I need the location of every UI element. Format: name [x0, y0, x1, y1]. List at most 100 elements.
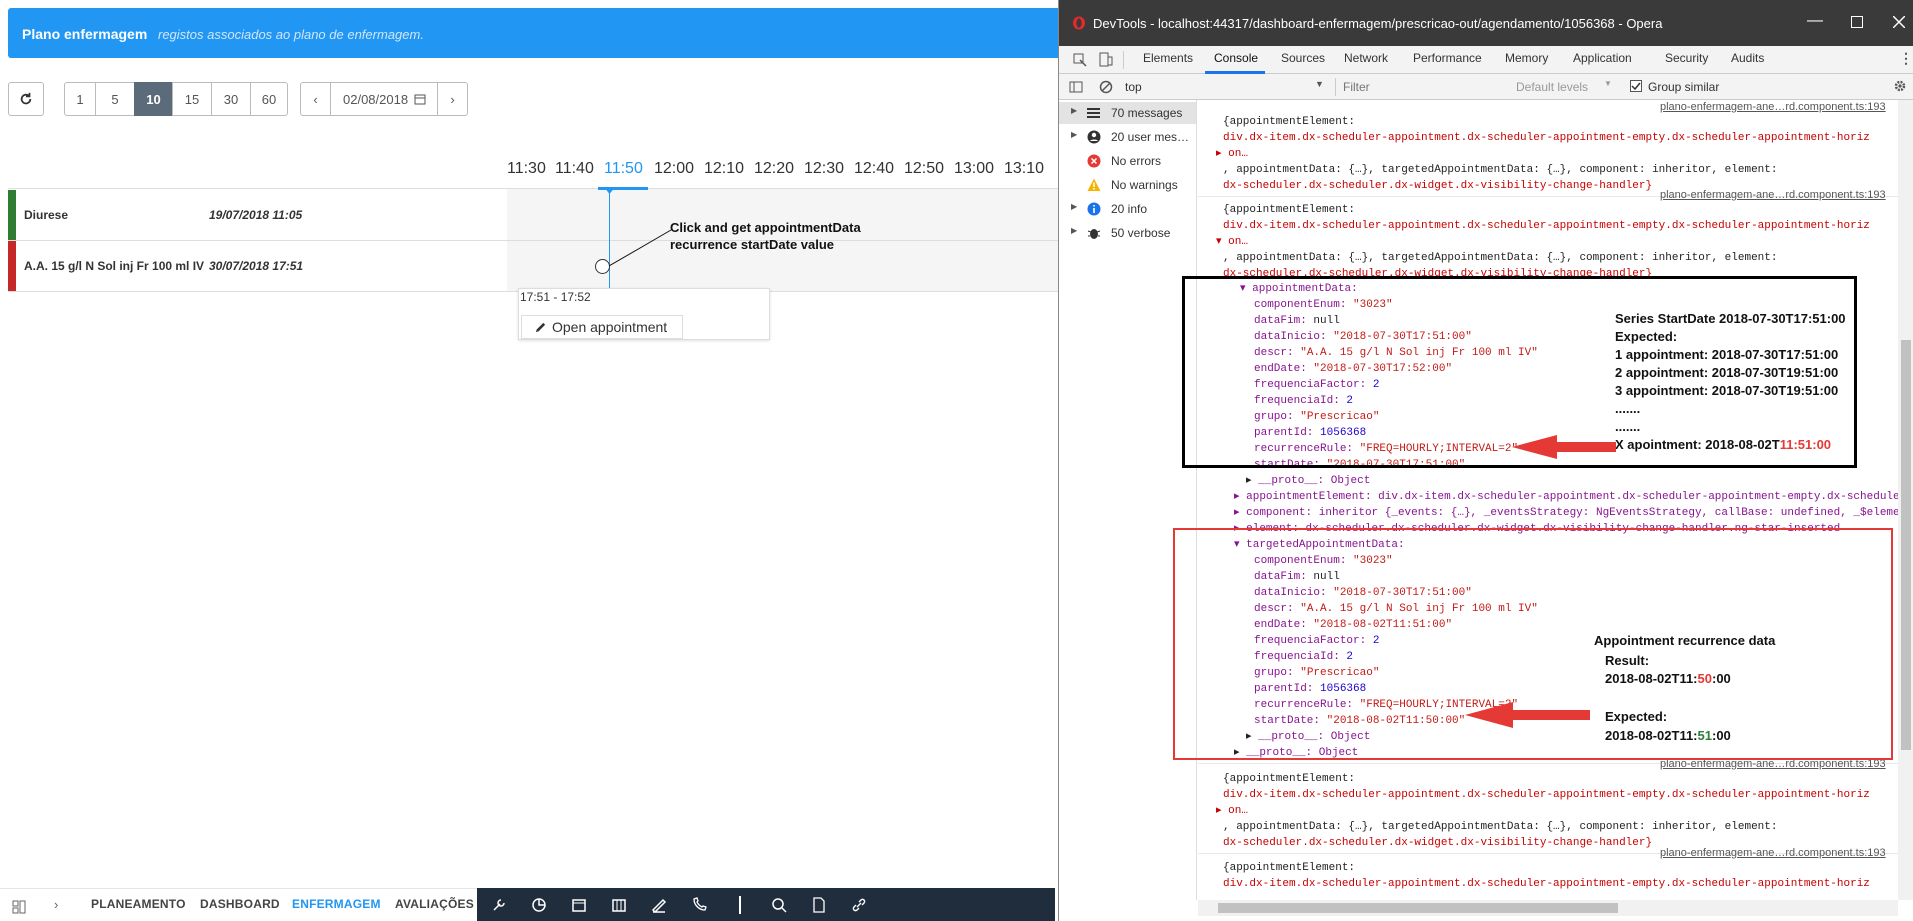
context-value: top	[1125, 80, 1142, 94]
nav-planeamento[interactable]: PLANEAMENTO	[91, 897, 186, 911]
next-date-button[interactable]: ›	[437, 82, 468, 116]
series-line: .......	[1615, 401, 1641, 416]
series-line: Series StartDate 2018-07-30T17:51:00	[1615, 311, 1846, 326]
signature-icon[interactable]	[651, 897, 667, 913]
log-line[interactable]: ▸ appointmentElement: div.dx-item.dx-sch…	[1234, 489, 1913, 505]
devtools-title: DevTools - localhost:44317/dashboard-enf…	[1093, 16, 1663, 31]
source-link[interactable]: plano-enfermagem-ane…rd.component.ts:193	[1660, 189, 1886, 201]
pencil-icon	[535, 322, 546, 333]
refresh-icon	[20, 92, 32, 105]
expand-arrow-icon: ▶	[1071, 226, 1078, 235]
log-on: ▾ on…	[1216, 236, 1248, 248]
vertical-scrollbar[interactable]	[1898, 100, 1913, 900]
log-class: div.dx-item.dx-scheduler-appointment.dx-…	[1223, 878, 1870, 890]
console-filter-input[interactable]	[1343, 77, 1503, 97]
series-line: .......	[1615, 419, 1641, 434]
sidebar-item-info[interactable]: ▶ 20 info	[1059, 198, 1196, 220]
source-link[interactable]: plano-enfermagem-ane…rd.component.ts:193	[1660, 847, 1886, 859]
hour-label: 12:10	[704, 160, 745, 177]
log-line[interactable]: ▸ component: inheritor {_events: {…}, _e…	[1234, 505, 1913, 521]
recurrence-annotation-title: Appointment recurrence data	[1594, 633, 1776, 648]
tab-performance[interactable]: Performance	[1413, 51, 1482, 65]
chevron-right-icon[interactable]: ›	[54, 897, 58, 912]
maximize-icon[interactable]	[1851, 16, 1863, 28]
sidebar-label: 20 user mes…	[1111, 130, 1190, 144]
series-line: 1 appointment: 2018-07-30T17:51:00	[1615, 347, 1839, 362]
nav-avaliacoes[interactable]: AVALIAÇÕES	[395, 897, 474, 911]
log-class: div.dx-item.dx-scheduler-appointment.dx-…	[1223, 220, 1870, 232]
tab-sources[interactable]: Sources	[1281, 51, 1325, 65]
prev-date-button[interactable]: ‹	[300, 82, 331, 116]
chevron-right-icon: ›	[450, 91, 455, 107]
expected-label: Expected:	[1605, 709, 1668, 724]
tab-memory[interactable]: Memory	[1505, 51, 1548, 65]
minimize-icon[interactable]: —	[1807, 12, 1823, 30]
sidebar-toggle-icon[interactable]	[1069, 80, 1083, 94]
sidebar-item-warnings[interactable]: No warnings	[1059, 174, 1196, 196]
link-icon[interactable]	[851, 897, 867, 913]
proto-text: __proto__: Object	[1258, 475, 1371, 487]
horizontal-scrollbar[interactable]	[1198, 900, 1898, 916]
log-on: ▸ on…	[1216, 148, 1248, 160]
interval-10-button[interactable]: 10	[134, 82, 173, 116]
error-icon	[1087, 154, 1101, 168]
tab-security[interactable]: Security	[1665, 51, 1708, 65]
nav-dashboard[interactable]: DASHBOARD	[200, 897, 280, 911]
log-class: div.dx-item.dx-scheduler-appointment.dx-…	[1223, 132, 1870, 144]
tab-elements[interactable]: Elements	[1143, 51, 1193, 65]
bottom-toolbar	[477, 888, 1055, 921]
tab-application[interactable]: Application	[1573, 51, 1632, 65]
open-appointment-button[interactable]: Open appointment	[521, 315, 683, 339]
tab-audits[interactable]: Audits	[1731, 51, 1764, 65]
sidebar-item-messages[interactable]: ▶ 70 messages	[1059, 102, 1196, 124]
warning-icon	[1087, 178, 1101, 191]
more-menu-icon[interactable]: ⋮	[1899, 50, 1913, 67]
tab-console[interactable]: Console	[1214, 51, 1258, 65]
group-similar-checkbox[interactable]	[1630, 80, 1642, 92]
refresh-button[interactable]	[8, 82, 44, 116]
layout-icon[interactable]	[12, 900, 26, 914]
close-icon[interactable]	[1893, 16, 1905, 28]
sidebar-item-errors[interactable]: No errors	[1059, 150, 1196, 172]
interval-15-button[interactable]: 15	[172, 82, 212, 116]
expected-value: 2018-08-02T11:51:00	[1605, 727, 1731, 745]
chevron-left-icon: ‹	[313, 91, 318, 107]
inspect-icon[interactable]	[1073, 53, 1087, 67]
info-icon	[1087, 202, 1101, 216]
row-label: Diurese	[24, 208, 69, 222]
log-levels-select[interactable]: Default levels	[1516, 80, 1588, 94]
pie-chart-icon[interactable]	[531, 897, 547, 913]
row-date: 30/07/2018 17:51	[209, 259, 304, 273]
search-icon[interactable]	[771, 897, 787, 913]
wrench-icon[interactable]	[491, 897, 507, 913]
source-link[interactable]: plano-enfermagem-ane…rd.component.ts:193	[1660, 101, 1886, 113]
interval-30-button[interactable]: 30	[211, 82, 251, 116]
proto-line[interactable]: ▸ __proto__: Object	[1246, 473, 1370, 489]
gear-icon[interactable]	[1893, 79, 1907, 93]
row-color-fill-2	[8, 241, 16, 291]
annotation-note-line: recurrence startDate value	[670, 237, 835, 252]
sidebar-item-verbose[interactable]: ▶ 50 verbose	[1059, 222, 1196, 244]
pdf-icon[interactable]	[811, 897, 827, 913]
calendar-grid-icon[interactable]	[611, 897, 627, 913]
device-toggle-icon[interactable]	[1099, 52, 1113, 67]
scrollbar-thumb[interactable]	[1901, 340, 1911, 750]
context-select[interactable]: top ▼	[1125, 77, 1328, 97]
clear-console-icon[interactable]	[1099, 80, 1113, 94]
sidebar-item-user-messages[interactable]: ▶ 20 user mes…	[1059, 126, 1196, 148]
scrollbar-thumb[interactable]	[1218, 903, 1618, 913]
tab-divider	[1123, 51, 1124, 69]
interval-60-button[interactable]: 60	[250, 82, 288, 116]
calendar-icon[interactable]	[571, 897, 587, 913]
nav-enfermagem[interactable]: ENFERMAGEM	[292, 897, 381, 911]
group-similar-label: Group similar	[1648, 80, 1720, 94]
appointment-marker[interactable]	[595, 259, 610, 274]
tab-network[interactable]: Network	[1344, 51, 1388, 65]
expected-text: 2018-08-02T11:	[1605, 728, 1698, 743]
user-icon	[1087, 130, 1101, 144]
interval-5-button[interactable]: 5	[95, 82, 135, 116]
interval-1-button[interactable]: 1	[64, 82, 96, 116]
phone-24-icon[interactable]	[691, 897, 709, 913]
sidebar-label: 50 verbose	[1111, 226, 1171, 240]
date-picker[interactable]: 02/08/2018	[330, 82, 438, 116]
